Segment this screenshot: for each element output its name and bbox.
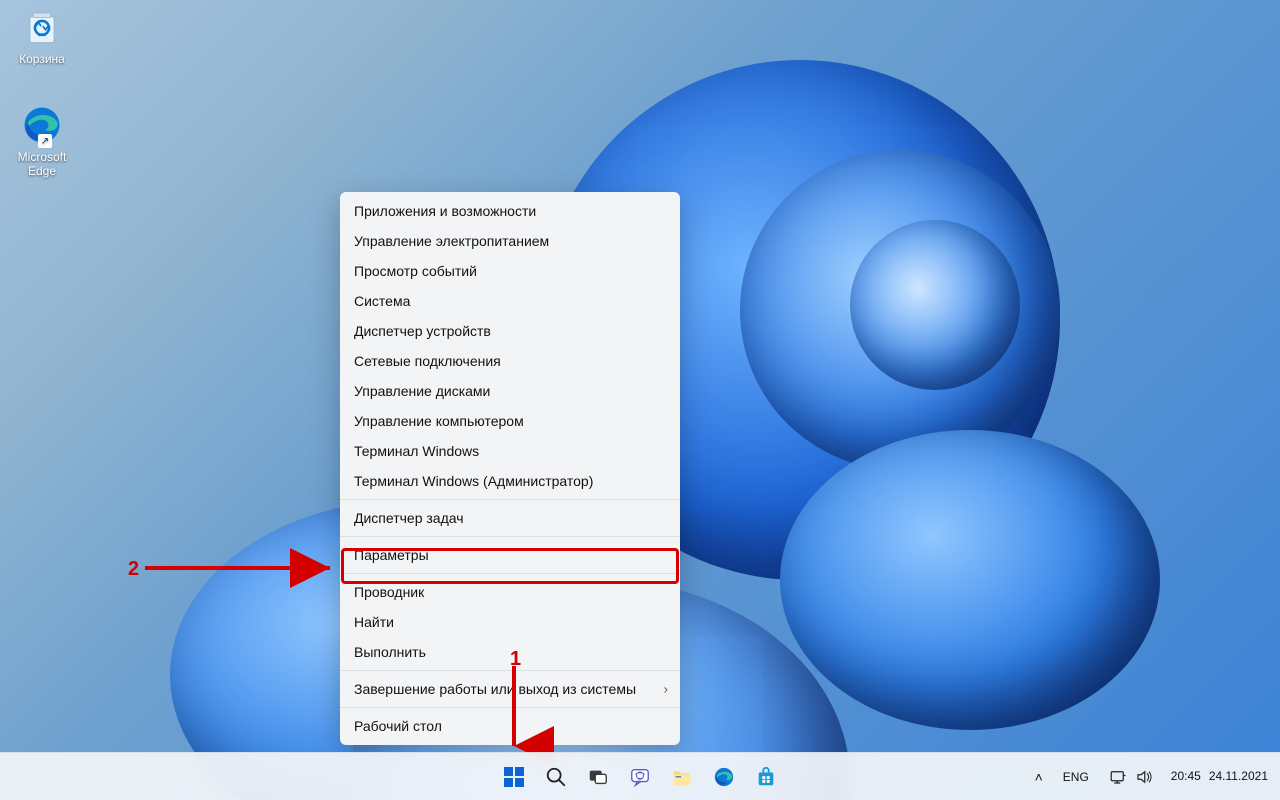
menu-separator <box>340 670 680 671</box>
menu-item-shutdown-signout[interactable]: Завершение работы или выход из системы › <box>340 674 680 704</box>
tray-language[interactable]: ENG <box>1055 766 1097 788</box>
menu-item-windows-terminal[interactable]: Терминал Windows <box>340 436 680 466</box>
menu-item-label: Завершение работы или выход из системы <box>354 681 636 697</box>
start-button[interactable] <box>494 757 534 797</box>
edge-icon <box>713 766 735 788</box>
annotation-label-2: 2 <box>128 558 139 581</box>
windows-logo-icon <box>502 765 526 789</box>
menu-item-event-viewer[interactable]: Просмотр событий <box>340 256 680 286</box>
menu-item-device-manager[interactable]: Диспетчер устройств <box>340 316 680 346</box>
menu-item-task-manager[interactable]: Диспетчер задач <box>340 503 680 533</box>
menu-item-label: Терминал Windows (Администратор) <box>354 473 593 489</box>
menu-item-label: Параметры <box>354 547 429 563</box>
menu-item-label: Управление дисками <box>354 383 490 399</box>
menu-item-file-explorer[interactable]: Проводник <box>340 577 680 607</box>
taskbar-edge[interactable] <box>704 757 744 797</box>
menu-item-network-connections[interactable]: Сетевые подключения <box>340 346 680 376</box>
menu-item-label: Сетевые подключения <box>354 353 501 369</box>
desktop-icon-label: Microsoft Edge <box>4 150 80 178</box>
shortcut-arrow-icon: ↗ <box>38 134 52 148</box>
store-icon <box>755 766 777 788</box>
search-icon <box>545 766 567 788</box>
taskbar-store[interactable] <box>746 757 786 797</box>
tray-clock[interactable]: 20:45 24.11.2021 <box>1165 767 1274 786</box>
network-icon <box>1109 769 1127 785</box>
speaker-icon <box>1135 769 1153 785</box>
wallpaper-decor <box>780 430 1160 730</box>
tray-network-sound[interactable] <box>1101 765 1161 789</box>
task-view-icon <box>587 766 609 788</box>
tray-language-label: ENG <box>1063 770 1089 784</box>
taskbar-search[interactable] <box>536 757 576 797</box>
chevron-right-icon: › <box>664 682 668 697</box>
menu-item-search[interactable]: Найти <box>340 607 680 637</box>
menu-separator <box>340 499 680 500</box>
taskbar-center <box>494 757 786 797</box>
edge-icon: ↗ <box>21 104 63 146</box>
recycle-bin-icon <box>21 6 63 48</box>
clock-time: 20:45 <box>1171 769 1201 784</box>
taskbar-file-explorer[interactable] <box>662 757 702 797</box>
menu-separator <box>340 707 680 708</box>
menu-item-label: Система <box>354 293 410 309</box>
taskbar: ˄ ENG 20:45 24.11.2021 <box>0 752 1280 800</box>
menu-item-label: Рабочий стол <box>354 718 442 734</box>
menu-item-label: Управление электропитанием <box>354 233 549 249</box>
winx-context-menu: Приложения и возможности Управление элек… <box>340 192 680 745</box>
desktop-icon-label: Корзина <box>4 52 80 66</box>
menu-item-label: Выполнить <box>354 644 426 660</box>
chevron-up-icon: ˄ <box>1035 769 1043 785</box>
menu-separator <box>340 573 680 574</box>
menu-item-label: Терминал Windows <box>354 443 479 459</box>
menu-item-label: Приложения и возможности <box>354 203 536 219</box>
taskbar-chat[interactable] <box>620 757 660 797</box>
menu-separator <box>340 536 680 537</box>
taskbar-tray: ˄ ENG 20:45 24.11.2021 <box>1027 765 1274 789</box>
tray-overflow[interactable]: ˄ <box>1027 765 1051 789</box>
menu-item-label: Проводник <box>354 584 424 600</box>
menu-item-desktop[interactable]: Рабочий стол <box>340 711 680 741</box>
menu-item-disk-management[interactable]: Управление дисками <box>340 376 680 406</box>
desktop-icon-microsoft-edge[interactable]: ↗ Microsoft Edge <box>4 104 80 178</box>
menu-item-label: Найти <box>354 614 394 630</box>
menu-item-apps-features[interactable]: Приложения и возможности <box>340 196 680 226</box>
menu-item-label: Просмотр событий <box>354 263 477 279</box>
menu-item-label: Диспетчер устройств <box>354 323 491 339</box>
menu-item-label: Управление компьютером <box>354 413 524 429</box>
menu-item-windows-terminal-admin[interactable]: Терминал Windows (Администратор) <box>340 466 680 496</box>
menu-item-run[interactable]: Выполнить <box>340 637 680 667</box>
chat-icon <box>629 766 651 788</box>
annotation-arrow-2 <box>145 556 345 580</box>
menu-item-settings[interactable]: Параметры <box>340 540 680 570</box>
folder-icon <box>671 766 693 788</box>
menu-item-label: Диспетчер задач <box>354 510 464 526</box>
menu-item-power-options[interactable]: Управление электропитанием <box>340 226 680 256</box>
wallpaper-decor <box>850 220 1020 390</box>
taskbar-task-view[interactable] <box>578 757 618 797</box>
wallpaper-decor <box>740 150 1060 470</box>
desktop[interactable]: Корзина ↗ Microsoft Edge Приложения и во… <box>0 0 1280 800</box>
menu-item-system[interactable]: Система <box>340 286 680 316</box>
clock-date: 24.11.2021 <box>1209 769 1268 784</box>
desktop-icon-recycle-bin[interactable]: Корзина <box>4 6 80 66</box>
menu-item-computer-management[interactable]: Управление компьютером <box>340 406 680 436</box>
